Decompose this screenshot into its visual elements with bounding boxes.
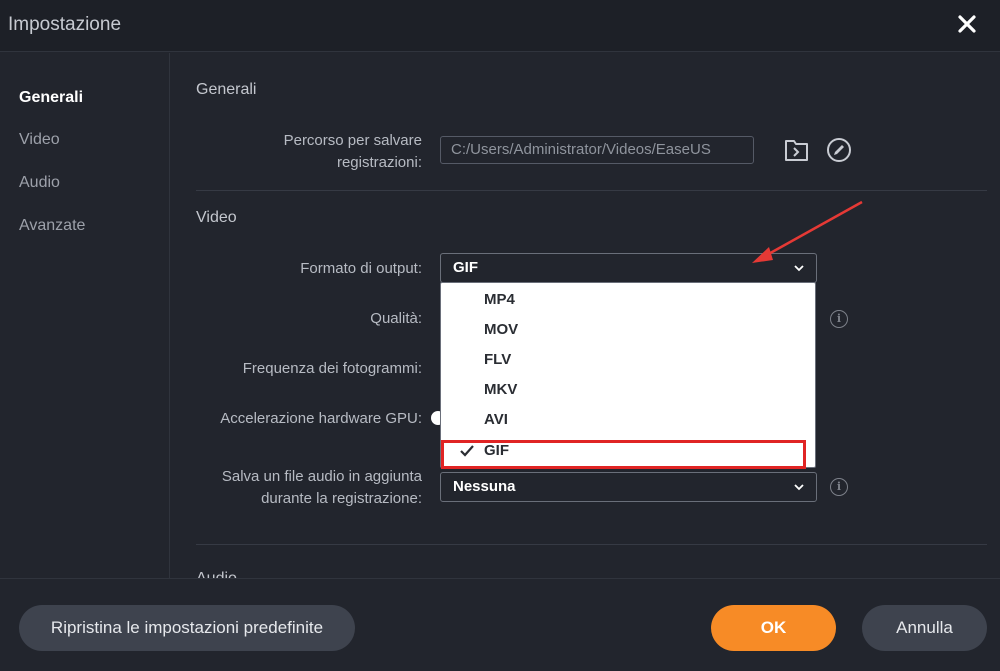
chevron-down-icon bbox=[794, 484, 804, 491]
cancel-button[interactable]: Annulla bbox=[862, 605, 987, 651]
extra-audio-label: Salva un file audio in aggiunta durante … bbox=[222, 466, 422, 510]
reset-defaults-button[interactable]: Ripristina le impostazioni predefinite bbox=[19, 605, 355, 651]
sidebar: Generali Video Audio Avanzate bbox=[0, 53, 170, 578]
section-title-generali: Generali bbox=[196, 81, 257, 98]
section-divider bbox=[196, 544, 987, 545]
close-icon[interactable] bbox=[956, 13, 978, 37]
sidebar-item-audio[interactable]: Audio bbox=[19, 174, 60, 192]
extra-audio-label-line1: Salva un file audio in aggiunta bbox=[221, 468, 422, 485]
output-format-dropdown: MP4 MOV FLV MKV AVI GIF bbox=[440, 282, 816, 469]
save-path-label-line2: registrazioni: bbox=[336, 154, 422, 171]
save-path-input[interactable]: C:/Users/Administrator/Videos/EaseUS bbox=[440, 136, 754, 164]
sidebar-item-video[interactable]: Video bbox=[19, 131, 60, 149]
extra-audio-info-icon[interactable]: i bbox=[830, 478, 848, 496]
sidebar-item-avanzate[interactable]: Avanzate bbox=[19, 217, 85, 235]
format-option-mkv[interactable]: MKV bbox=[441, 375, 815, 405]
format-option-mp4[interactable]: MP4 bbox=[441, 285, 815, 315]
title-bar: Impostazione bbox=[0, 0, 1000, 52]
output-format-label: Formato di output: bbox=[300, 260, 422, 277]
output-format-select[interactable]: GIF bbox=[440, 253, 817, 283]
extra-audio-value: Nessuna bbox=[453, 478, 516, 495]
quality-label: Qualità: bbox=[370, 310, 422, 327]
settings-panel: Generali Percorso per salvare registrazi… bbox=[171, 53, 1000, 578]
framerate-label: Frequenza dei fotogrammi: bbox=[242, 360, 422, 377]
save-path-label-line1: Percorso per salvare bbox=[283, 132, 422, 149]
chevron-down-icon bbox=[794, 265, 804, 272]
gpu-acceleration-label: Accelerazione hardware GPU: bbox=[220, 410, 422, 427]
edit-path-icon[interactable] bbox=[825, 136, 853, 164]
ok-button[interactable]: OK bbox=[711, 605, 836, 651]
output-format-value: GIF bbox=[453, 259, 478, 276]
save-path-label: Percorso per salvare registrazioni: bbox=[284, 130, 422, 174]
section-title-video: Video bbox=[196, 209, 237, 226]
sidebar-item-generali[interactable]: Generali bbox=[19, 89, 83, 107]
section-title-audio: Audio bbox=[196, 570, 237, 578]
format-option-flv[interactable]: FLV bbox=[441, 345, 815, 375]
window-title: Impostazione bbox=[8, 14, 122, 35]
extra-audio-select[interactable]: Nessuna bbox=[440, 472, 817, 502]
quality-info-icon[interactable]: i bbox=[830, 310, 848, 328]
open-folder-icon[interactable] bbox=[783, 136, 811, 164]
footer: Ripristina le impostazioni predefinite O… bbox=[0, 578, 1000, 671]
selection-highlight-box bbox=[441, 440, 806, 469]
format-option-avi[interactable]: AVI bbox=[441, 405, 815, 435]
extra-audio-label-line2: durante la registrazione: bbox=[261, 490, 422, 507]
section-divider bbox=[196, 190, 987, 191]
format-option-mov[interactable]: MOV bbox=[441, 315, 815, 345]
